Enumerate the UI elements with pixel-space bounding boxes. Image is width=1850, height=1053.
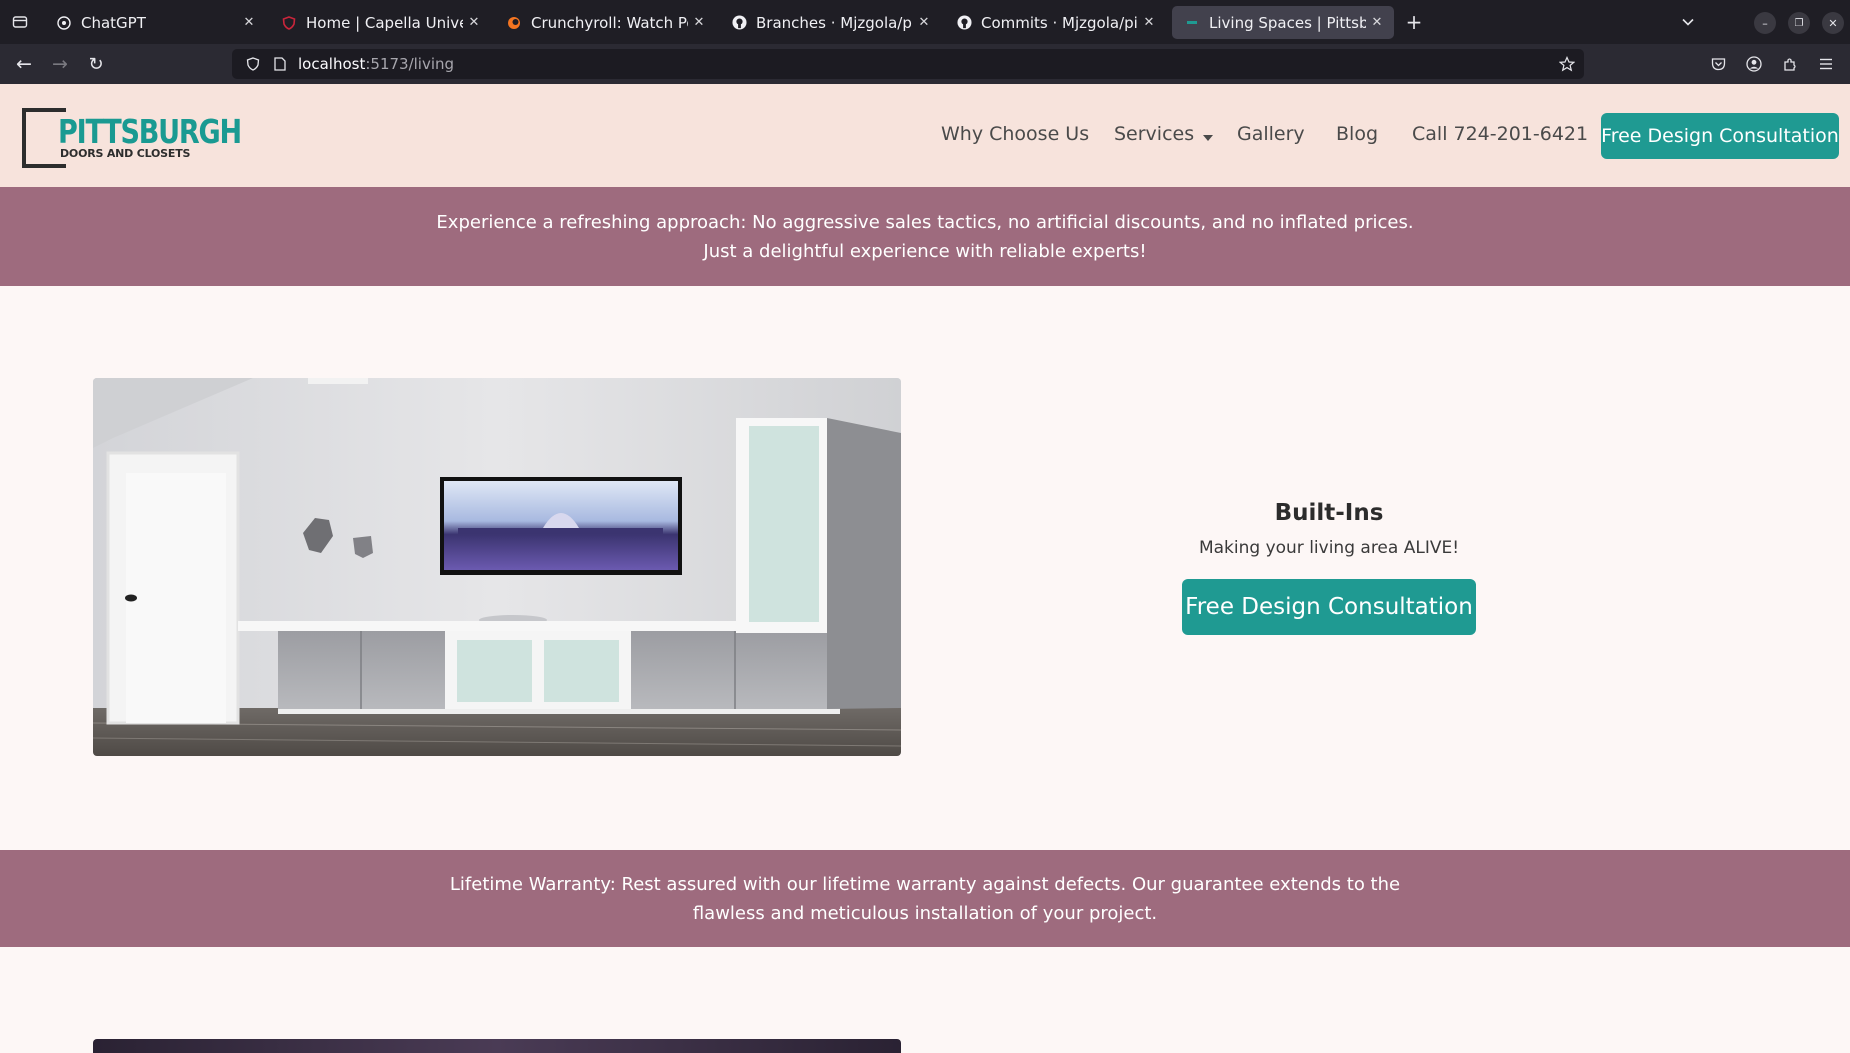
nav-blog[interactable]: Blog	[1336, 123, 1378, 145]
minimize-icon[interactable]: –	[1754, 12, 1776, 34]
menu-hamburger-icon[interactable]	[1814, 52, 1838, 76]
header-consultation-button[interactable]: Free Design Consultation	[1601, 113, 1839, 159]
tab-title: Commits · Mjzgola/pittd	[981, 13, 1138, 32]
extensions-icon[interactable]	[1778, 52, 1802, 76]
crunchyroll-icon	[506, 15, 522, 31]
feature-subtitle: Making your living area ALIVE!	[1198, 538, 1460, 558]
browser-tab[interactable]: Home | Capella Universit ✕	[269, 6, 491, 39]
page-info-icon[interactable]	[270, 57, 290, 71]
github-icon	[731, 15, 747, 31]
restore-icon[interactable]: ❐	[1788, 12, 1810, 34]
nav-call[interactable]: Call 724-201-6421	[1412, 123, 1588, 145]
shield-icon	[281, 15, 297, 31]
close-tab-icon[interactable]: ✕	[1366, 15, 1388, 30]
close-tab-icon[interactable]: ✕	[688, 15, 710, 30]
browser-tab[interactable]: Branches · Mjzgola/pittd ✕	[719, 6, 941, 39]
account-icon[interactable]	[1742, 52, 1766, 76]
reload-icon[interactable]: ↻	[84, 52, 108, 76]
built-ins-photo	[93, 378, 901, 756]
tab-title: ChatGPT	[81, 13, 146, 32]
address-bar[interactable]: localhost:5173/living	[232, 49, 1584, 79]
close-tab-icon[interactable]: ✕	[238, 15, 260, 30]
close-window-icon[interactable]: ✕	[1822, 12, 1844, 34]
browser-tab-active[interactable]: Living Spaces | Pittsburg ✕	[1172, 6, 1394, 39]
logo-tagline: DOORS AND CLOSETS	[60, 147, 191, 160]
site-icon	[1184, 15, 1200, 31]
pocket-icon[interactable]	[1706, 52, 1730, 76]
nav-services[interactable]: Services	[1114, 123, 1214, 146]
nav-why-choose-us[interactable]: Why Choose Us	[941, 123, 1089, 145]
promo-banner-text: Experience a refreshing approach: No agg…	[436, 211, 1414, 262]
forward-arrow-icon[interactable]: →	[48, 52, 72, 76]
back-arrow-icon[interactable]: ←	[12, 52, 36, 76]
next-section-photo	[93, 1039, 901, 1053]
feature-title: Built-Ins	[1274, 500, 1384, 526]
shield-icon[interactable]	[242, 57, 264, 71]
tab-title: Crunchyroll: Watch Popul	[531, 13, 688, 32]
promo-banner: Experience a refreshing approach: No agg…	[0, 187, 1850, 286]
warranty-banner-text: Lifetime Warranty: Rest assured with our…	[449, 873, 1401, 924]
warranty-banner: Lifetime Warranty: Rest assured with our…	[0, 850, 1850, 947]
url-path: :5173/living	[365, 55, 455, 73]
nav-gallery[interactable]: Gallery	[1237, 123, 1305, 145]
browser-tab[interactable]: Commits · Mjzgola/pittd ✕	[944, 6, 1166, 39]
tab-title: Branches · Mjzgola/pittd	[756, 13, 913, 32]
tab-list-icon[interactable]	[8, 10, 32, 34]
bookmark-star-icon[interactable]	[1558, 55, 1576, 73]
close-tab-icon[interactable]: ✕	[1138, 15, 1160, 30]
browser-tab[interactable]: Crunchyroll: Watch Popul ✕	[494, 6, 716, 39]
browser-tab[interactable]: ChatGPT ✕	[44, 6, 266, 39]
tab-title: Living Spaces | Pittsburg	[1209, 13, 1366, 32]
caret-down-icon	[1203, 124, 1214, 146]
tab-title: Home | Capella Universit	[306, 13, 463, 32]
logo-wordmark: PITTSBURGH	[58, 112, 242, 151]
new-tab-icon[interactable]: +	[1402, 10, 1426, 34]
chatgpt-icon	[56, 15, 72, 31]
close-tab-icon[interactable]: ✕	[463, 15, 485, 30]
url-host: localhost	[298, 55, 366, 73]
url-text: localhost:5173/living	[298, 55, 454, 73]
github-icon	[956, 15, 972, 31]
feature-consultation-button[interactable]: Free Design Consultation	[1182, 579, 1476, 635]
chevron-down-icon[interactable]	[1676, 10, 1700, 34]
nav-services-label: Services	[1114, 123, 1195, 145]
close-tab-icon[interactable]: ✕	[913, 15, 935, 30]
